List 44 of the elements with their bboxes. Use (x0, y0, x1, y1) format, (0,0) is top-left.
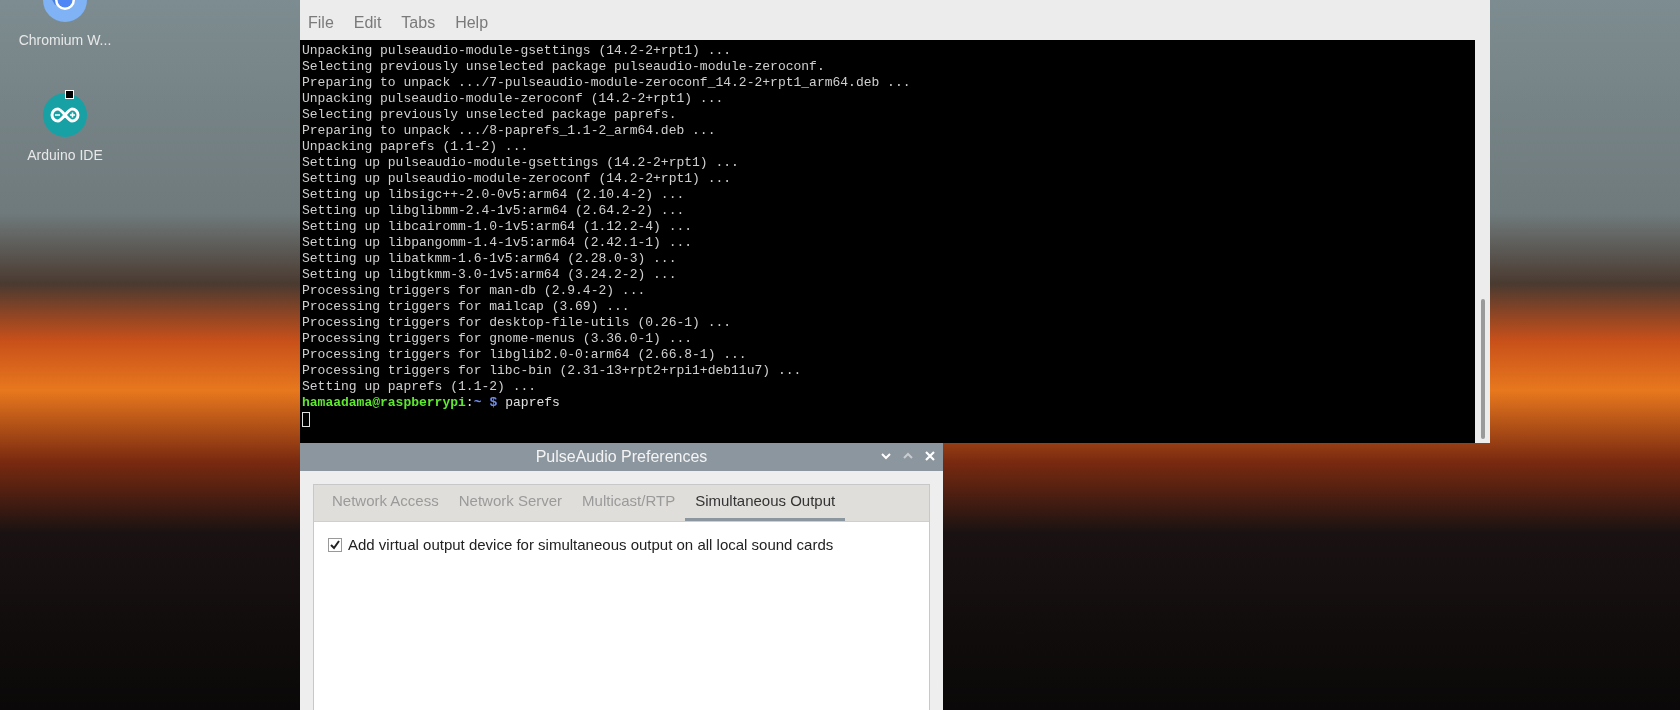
checkbox-label: Add virtual output device for simultaneous output on all local sound cards (348, 535, 834, 555)
prompt-path: ~ (473, 395, 482, 411)
terminal-line: Processing triggers for man-db (2.9.4-2) ... (302, 283, 646, 299)
terminal-line: Setting up pulseaudio-module-gsettings (14.2-2+rpt1) ... (302, 155, 739, 171)
text-cursor (302, 412, 310, 427)
scrollbar[interactable] (1475, 40, 1490, 443)
terminal-line: Setting up libsigc++-2.0-0v5:arm64 (2.10.4-2) ... (302, 187, 685, 203)
terminal-line: Processing triggers for desktop-file-utils (0.26-1) ... (302, 315, 732, 331)
terminal-line: Setting up libatkmm-1.6-1v5:arm64 (2.28.0-3) ... (302, 251, 677, 267)
terminal-line: Setting up pulseaudio-module-zeroconf (14.2-2+rpt1) ... (302, 171, 732, 187)
terminal-line: Processing triggers for gnome-menus (3.36.0-1) ... (302, 331, 693, 347)
prompt-user-host: hamaadama@raspberrypi (302, 395, 466, 411)
terminal-line: Selecting previously unselected package paprefs. (302, 107, 677, 123)
terminal-line: Preparing to unpack .../8-paprefs_1.1-2_arm64.deb ... (302, 123, 716, 139)
tab[interactable]: Network Server (448, 485, 573, 521)
terminal-line: Processing triggers for mailcap (3.69) ... (302, 299, 630, 315)
tab[interactable]: Multicast/RTP (572, 485, 686, 521)
terminal-line: Unpacking paprefs (1.1-2) ... (302, 139, 529, 155)
terminal-line: Setting up libpangomm-1.4-1v5:arm64 (2.42.1-1) ... (302, 235, 693, 251)
tab[interactable]: Network Access (322, 485, 449, 521)
terminal-line: Setting up libgtkmm-3.0-1v5:arm64 (3.24.2-2) ... (302, 267, 677, 283)
terminal-line: Setting up libcairomm-1.0-1v5:arm64 (1.12.2-4) ... (302, 219, 693, 235)
terminal-line: Setting up paprefs (1.1-2) ... (302, 379, 537, 395)
prompt-symbol: $ (489, 395, 498, 411)
menu-item[interactable]: File (308, 11, 334, 35)
terminal-line: Preparing to unpack .../7-pulseaudio-module-zeroconf_14.2-2+rpt1_arm64.deb ... (302, 75, 911, 91)
arduino-icon[interactable] (43, 93, 87, 137)
menu-item[interactable]: Help (455, 11, 489, 35)
icon-label: Arduino IDE (27, 146, 103, 165)
checkbox[interactable] (328, 538, 342, 553)
icon-label: Chromium W... (18, 31, 112, 50)
terminal-line: Processing triggers for libglib2.0-0:arm64 (2.66.8-1) ... (302, 347, 747, 363)
terminal-command: paprefs (505, 395, 560, 411)
tab[interactable]: Simultaneous Output (685, 485, 846, 521)
prompt-separator: : (465, 395, 474, 411)
terminal-line: Unpacking pulseaudio-module-zeroconf (14.2-2+rpt1) ... (302, 91, 724, 107)
menu-item[interactable]: Edit (353, 11, 382, 35)
close-icon[interactable] (923, 449, 937, 463)
terminal-line: Processing triggers for libc-bin (2.31-13+rpt2+rpi1+deb11u7) ... (302, 363, 802, 379)
window-title: PulseAudio Preferences (535, 447, 708, 467)
menu-item[interactable]: Tabs (401, 11, 436, 35)
terminal-line: Selecting previously unselected package pulseaudio-module-zeroconf. (302, 59, 825, 75)
terminal-line: Unpacking pulseaudio-module-gsettings (14.2-2+rpt1) ... (302, 43, 732, 59)
terminal-line: Setting up libglibmm-2.4-1v5:arm64 (2.64.2-2) ... (302, 203, 685, 219)
